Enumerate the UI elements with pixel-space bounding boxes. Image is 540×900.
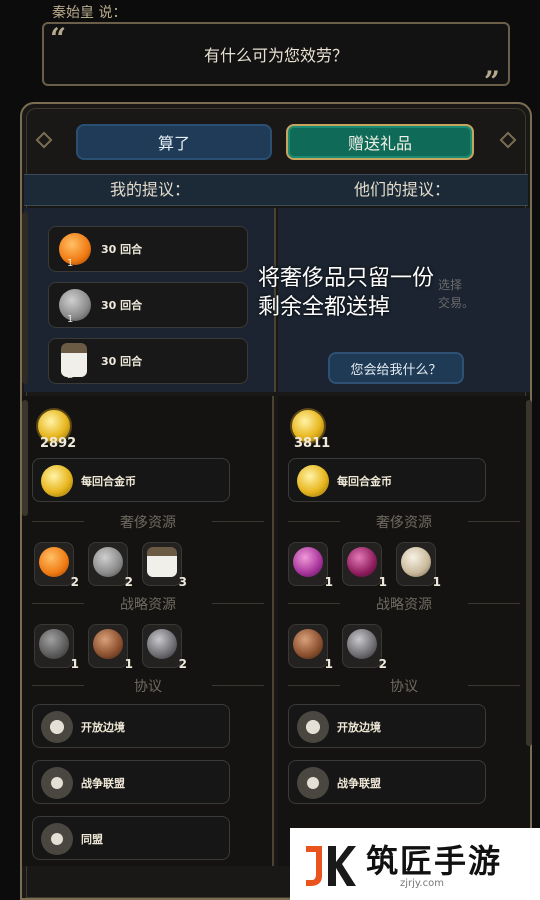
their-luxury-dye[interactable]: 1 (342, 542, 387, 589)
my-offer-item-elephant[interactable]: 30 回合 1 (48, 282, 248, 328)
my-alliance-button[interactable]: 同盟 (32, 816, 230, 860)
open-borders-icon (297, 711, 329, 743)
my-luxury-elephant[interactable]: 2 (88, 542, 133, 589)
agreement-label: 开放边境 (337, 721, 381, 734)
their-inventory: 3811 每回合金币 奢侈资源 1 1 1 战略资源 1 2 协议 开放边境 战… (278, 396, 530, 866)
agreements-title: 协议 (32, 676, 264, 696)
iron-icon (147, 629, 177, 659)
watermark-title: 筑匠手游 (366, 842, 503, 880)
perfume-icon (293, 547, 323, 577)
site-logo (306, 846, 356, 886)
agreement-label: 开放边境 (81, 721, 125, 734)
elephant-icon (93, 547, 123, 577)
overlay-caption-line2: 剩余全都送掉 (258, 295, 391, 320)
resource-count: 2 (124, 575, 133, 589)
their-war-alliance-button[interactable]: 战争联盟 (288, 760, 486, 804)
overlay-caption-line1: 将奢侈品只留一份 (258, 266, 435, 291)
offer-item-label: 30 回合 (101, 299, 143, 312)
my-inventory: 2892 每回合金币 奢侈资源 2 2 3 战略资源 1 1 2 协议 开放边境… (22, 396, 274, 866)
agreements-title: 协议 (288, 676, 520, 696)
their-luxury-silk[interactable]: 1 (396, 542, 441, 589)
resource-count: 2 (178, 657, 187, 671)
close-quote-icon: ” (483, 65, 500, 98)
salt-icon (147, 547, 177, 577)
my-strategic-iron[interactable]: 2 (142, 624, 187, 671)
overlay-caption: 将奢侈品只留一份 剩余全都送掉 (258, 264, 434, 322)
resource-count: 1 (432, 575, 441, 589)
my-luxury-orange[interactable]: 2 (34, 542, 79, 589)
horse-icon (293, 629, 323, 659)
gold-per-turn-label: 每回合金币 (337, 475, 392, 488)
my-offer-header: 我的提议： (109, 180, 190, 199)
orange-icon (59, 233, 91, 265)
their-gold-amount: 3811 (294, 436, 331, 451)
their-strategic-iron[interactable]: 2 (342, 624, 387, 671)
their-offer-hint-2: 交易。 (438, 296, 475, 310)
my-strategic-horse[interactable]: 1 (88, 624, 133, 671)
resource-count: 1 (324, 657, 333, 671)
iron-icon (347, 629, 377, 659)
gold-per-turn-label: 每回合金币 (81, 475, 136, 488)
their-gold-per-turn-button[interactable]: 每回合金币 (288, 458, 486, 502)
their-strategic-horse[interactable]: 1 (288, 624, 333, 671)
agreement-label: 战争联盟 (337, 777, 381, 790)
offer-scrollbar[interactable] (22, 212, 28, 384)
gold-coin-icon (41, 465, 73, 497)
their-offer-header: 他们的提议： (353, 180, 450, 199)
luxury-resources-title: 奢侈资源 (288, 512, 520, 532)
horse-icon (93, 629, 123, 659)
my-gold-per-turn-button[interactable]: 每回合金币 (32, 458, 230, 502)
speech-bubble: “ 有什么可为您效劳？ ” (42, 22, 510, 98)
strategic-resources-title: 战略资源 (288, 594, 520, 614)
salt-icon (61, 343, 87, 377)
offer-item-count: 1 (67, 314, 74, 325)
gold-coin-icon (297, 465, 329, 497)
crossed-swords-icon (41, 767, 73, 799)
my-strategic-stone[interactable]: 1 (34, 624, 79, 671)
offer-header-row: 我的提议： 他们的提议： (24, 174, 528, 206)
my-war-alliance-button[interactable]: 战争联盟 (32, 760, 230, 804)
open-borders-icon (41, 711, 73, 743)
my-inventory-scrollbar[interactable] (22, 400, 28, 516)
speech-message: 有什么可为您效劳？ (203, 46, 348, 65)
resource-count: 1 (378, 575, 387, 589)
watermark-site: zjrjy.com (400, 878, 444, 889)
resource-count: 1 (324, 575, 333, 589)
dye-icon (347, 547, 377, 577)
what-will-you-give-button[interactable]: 您会给我什么？ (328, 352, 464, 384)
my-offer-item-salt[interactable]: 30 回合 2 (48, 338, 248, 384)
my-open-borders-button[interactable]: 开放边境 (32, 704, 230, 748)
orange-icon (39, 547, 69, 577)
luxury-resources-title: 奢侈资源 (32, 512, 264, 532)
their-inventory-scrollbar[interactable] (526, 400, 532, 746)
their-open-borders-button[interactable]: 开放边境 (288, 704, 486, 748)
watermark: 筑匠手游 zjrjy.com (290, 828, 540, 900)
their-offer-hint-1: 选择 (438, 278, 463, 292)
resource-count: 2 (378, 657, 387, 671)
crossed-swords-icon (297, 767, 329, 799)
my-offer-list: 30 回合 1 30 回合 1 30 回合 2 (24, 208, 276, 392)
silk-icon (401, 547, 431, 577)
agreement-label: 战争联盟 (81, 777, 125, 790)
offer-item-count: 1 (67, 258, 74, 269)
elephant-icon (59, 289, 91, 321)
their-luxury-perfume[interactable]: 1 (288, 542, 333, 589)
offer-item-label: 30 回合 (101, 355, 143, 368)
resource-count: 1 (124, 657, 133, 671)
resource-count: 1 (70, 657, 79, 671)
offer-item-count: 2 (67, 370, 74, 381)
my-luxury-salt[interactable]: 3 (142, 542, 187, 589)
strategic-resources-title: 战略资源 (32, 594, 264, 614)
resource-count: 3 (178, 575, 187, 589)
my-offer-item-orange[interactable]: 30 回合 1 (48, 226, 248, 272)
my-gold-amount: 2892 (40, 436, 77, 451)
gift-button[interactable]: 赠送礼品 (286, 124, 474, 160)
offer-item-label: 30 回合 (101, 243, 143, 256)
alliance-icon (41, 823, 73, 855)
cancel-button[interactable]: 算了 (76, 124, 272, 160)
stone-icon (39, 629, 69, 659)
resource-count: 2 (70, 575, 79, 589)
agreement-label: 同盟 (81, 833, 103, 846)
speaker-name: 秦始皇 说： (52, 5, 127, 21)
